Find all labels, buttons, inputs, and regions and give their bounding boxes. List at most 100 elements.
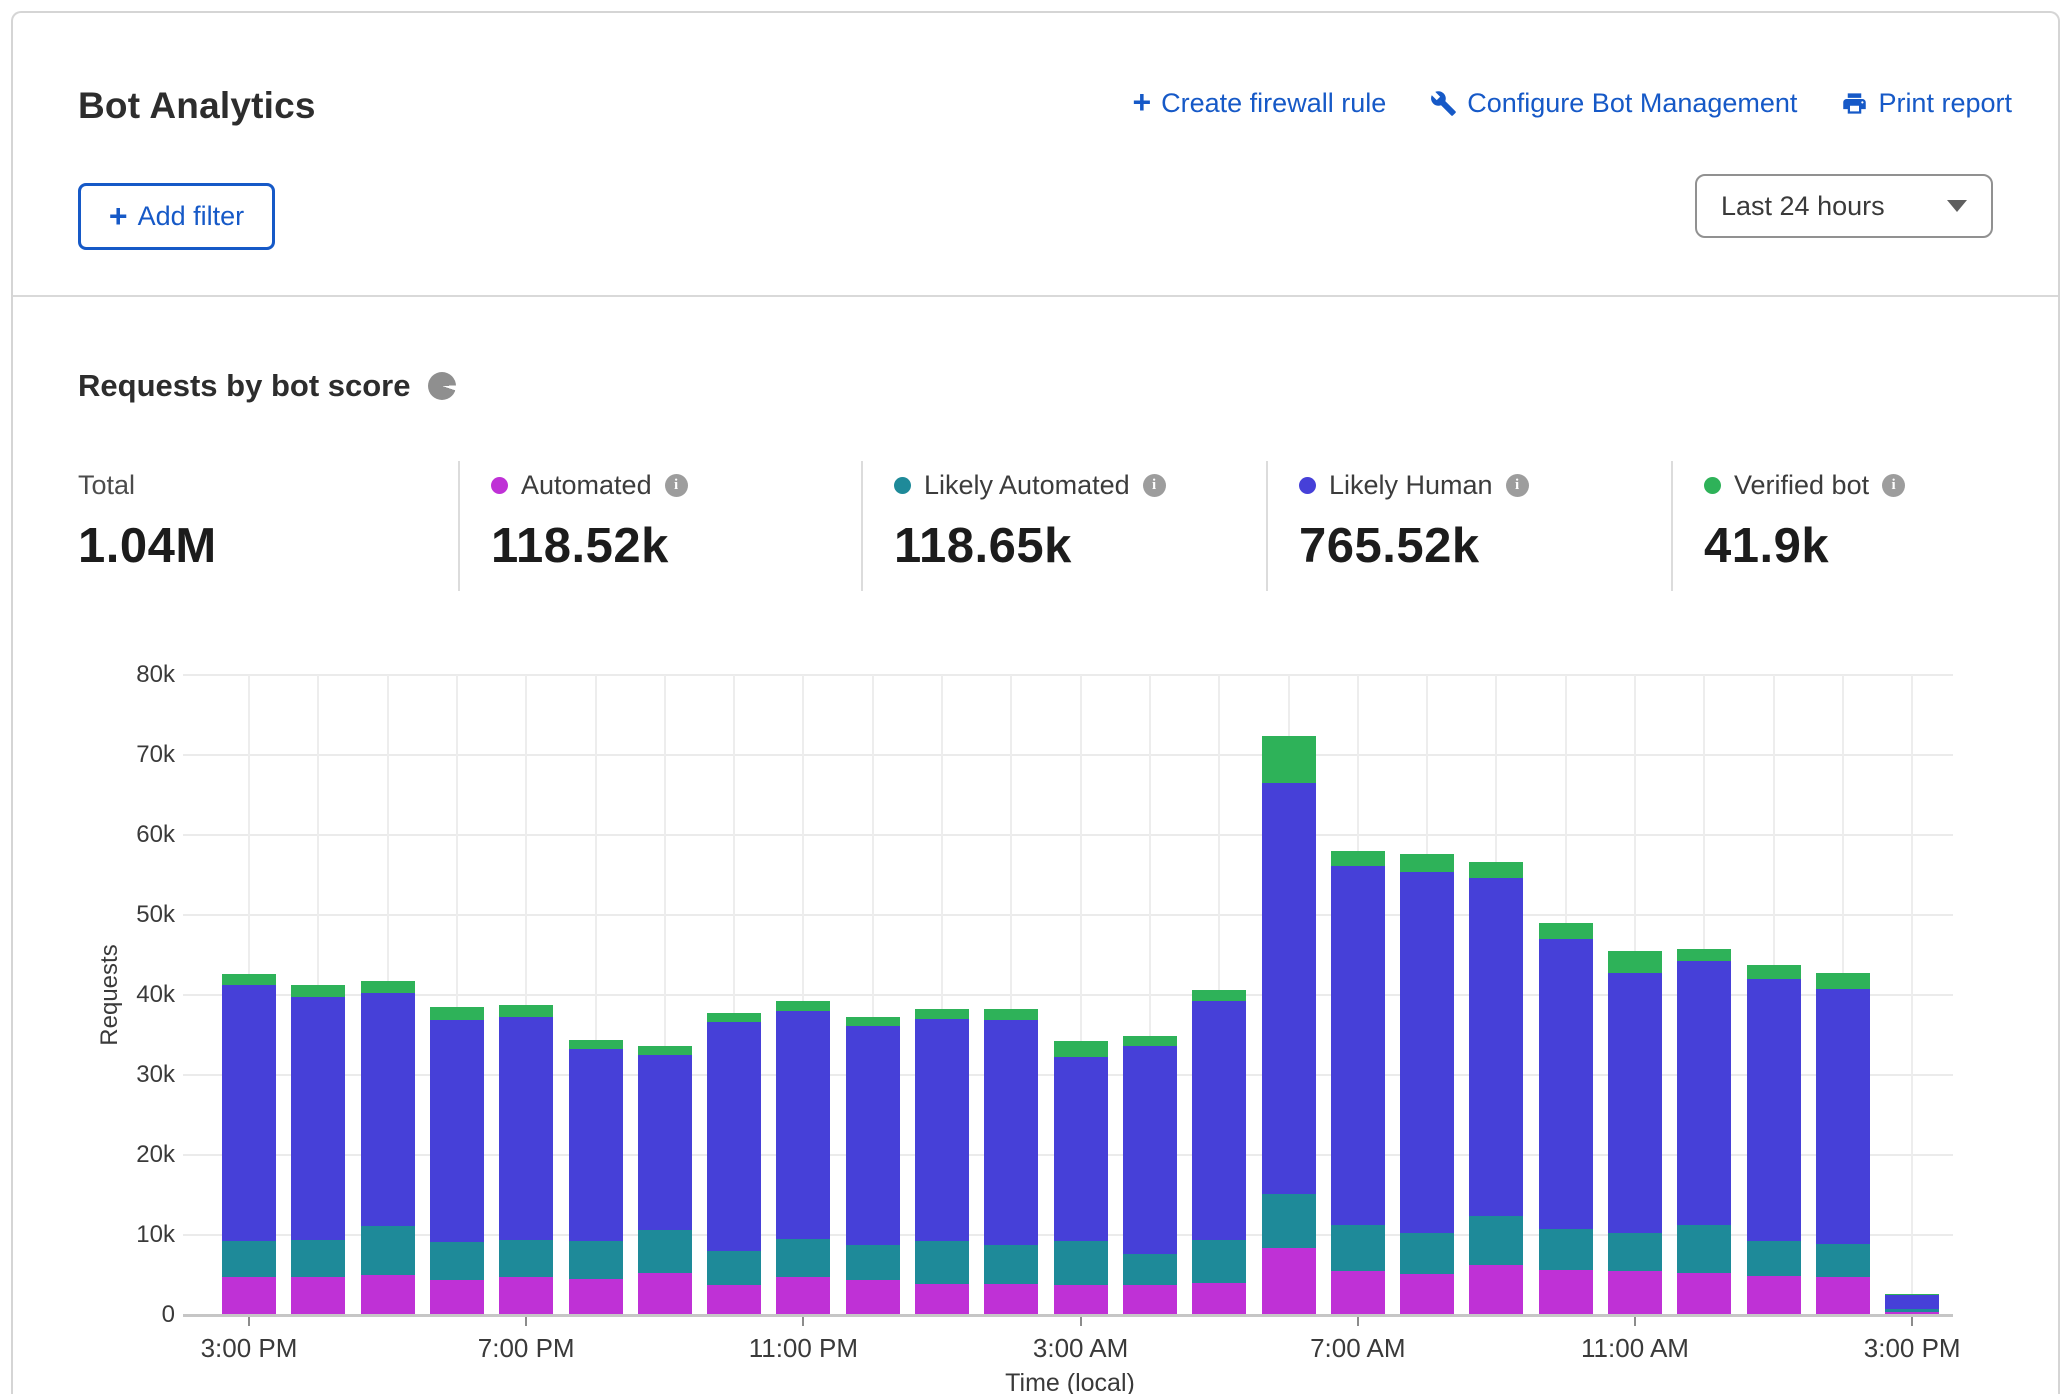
bar-segment-verified-bot[interactable] [1816,973,1870,989]
bar-segment-likely-human[interactable] [707,1022,761,1251]
create-firewall-rule-link[interactable]: + Create firewall rule [1132,87,1386,119]
add-filter-button[interactable]: + Add filter [78,183,275,250]
bar-segment-likely-human[interactable] [499,1017,553,1239]
bar-segment-likely-automated[interactable] [915,1241,969,1283]
bar-segment-likely-human[interactable] [1677,961,1731,1224]
bar-segment-automated[interactable] [499,1277,553,1315]
bar-segment-automated[interactable] [776,1277,830,1315]
print-report-link[interactable]: Print report [1841,88,2012,119]
bar-segment-likely-automated[interactable] [499,1240,553,1277]
bar-segment-automated[interactable] [1400,1274,1454,1315]
bar-segment-verified-bot[interactable] [707,1013,761,1023]
bar-segment-automated[interactable] [1123,1285,1177,1315]
bar-segment-likely-automated[interactable] [1192,1240,1246,1283]
bar-segment-likely-human[interactable] [1608,973,1662,1233]
bar-segment-likely-human[interactable] [1262,783,1316,1194]
bar-segment-likely-automated[interactable] [707,1251,761,1285]
bar-segment-likely-human[interactable] [1054,1057,1108,1242]
bar-segment-automated[interactable] [638,1273,692,1315]
bar-segment-likely-automated[interactable] [1747,1241,1801,1275]
bar-segment-likely-human[interactable] [222,985,276,1242]
bar-segment-verified-bot[interactable] [1885,1294,1939,1295]
bar-segment-automated[interactable] [1608,1271,1662,1315]
bar-segment-verified-bot[interactable] [1262,736,1316,783]
bar-segment-verified-bot[interactable] [846,1017,900,1027]
bar-segment-verified-bot[interactable] [984,1009,1038,1019]
bar-segment-likely-automated[interactable] [361,1226,415,1275]
bar-segment-likely-automated[interactable] [1885,1309,1939,1313]
bar-segment-likely-human[interactable] [1331,866,1385,1224]
bar-segment-automated[interactable] [1816,1277,1870,1315]
bar-segment-likely-human[interactable] [569,1049,623,1240]
bar-segment-automated[interactable] [1192,1283,1246,1315]
configure-bot-management-link[interactable]: Configure Bot Management [1430,88,1797,119]
bar-segment-automated[interactable] [1262,1248,1316,1315]
bar-segment-likely-human[interactable] [291,997,345,1240]
bar-segment-verified-bot[interactable] [361,981,415,993]
bar-segment-likely-automated[interactable] [222,1241,276,1277]
bar-segment-likely-automated[interactable] [1054,1241,1108,1284]
bar-segment-likely-human[interactable] [1192,1001,1246,1240]
bar-segment-likely-automated[interactable] [430,1242,484,1280]
bar-segment-verified-bot[interactable] [1192,990,1246,1000]
info-icon[interactable]: i [1506,474,1529,497]
bar-segment-verified-bot[interactable] [291,985,345,996]
bar-segment-likely-automated[interactable] [984,1245,1038,1283]
info-icon[interactable]: i [1882,474,1905,497]
bar-segment-likely-automated[interactable] [1608,1233,1662,1271]
bar-segment-automated[interactable] [1054,1285,1108,1315]
bar-segment-likely-automated[interactable] [1262,1194,1316,1248]
bar-segment-likely-human[interactable] [1400,872,1454,1233]
bar-segment-automated[interactable] [569,1279,623,1315]
bar-segment-likely-automated[interactable] [1123,1254,1177,1285]
bar-segment-verified-bot[interactable] [1400,854,1454,872]
bar-segment-likely-automated[interactable] [846,1245,900,1280]
bar-segment-automated[interactable] [291,1277,345,1315]
bar-segment-likely-human[interactable] [1747,979,1801,1241]
bar-segment-verified-bot[interactable] [1539,923,1593,939]
bar-segment-automated[interactable] [430,1280,484,1315]
time-range-dropdown[interactable]: Last 24 hours [1695,174,1993,238]
bar-segment-likely-human[interactable] [638,1055,692,1230]
bar-segment-automated[interactable] [984,1284,1038,1315]
bar-segment-likely-automated[interactable] [1400,1233,1454,1275]
bar-segment-verified-bot[interactable] [222,974,276,984]
bar-segment-automated[interactable] [846,1280,900,1315]
bar-segment-verified-bot[interactable] [569,1040,623,1050]
bar-segment-automated[interactable] [1885,1312,1939,1315]
info-icon[interactable]: i [1143,474,1166,497]
bar-segment-automated[interactable] [222,1277,276,1315]
bar-segment-likely-automated[interactable] [291,1240,345,1277]
bar-segment-verified-bot[interactable] [915,1009,969,1019]
bar-segment-likely-automated[interactable] [638,1230,692,1272]
bar-segment-automated[interactable] [1747,1276,1801,1315]
bar-segment-automated[interactable] [1539,1270,1593,1315]
bar-segment-verified-bot[interactable] [1747,965,1801,979]
bar-segment-likely-human[interactable] [361,993,415,1226]
bar-segment-likely-automated[interactable] [776,1239,830,1277]
bar-segment-likely-automated[interactable] [1539,1229,1593,1270]
bar-segment-likely-human[interactable] [1539,939,1593,1229]
bar-segment-likely-human[interactable] [430,1020,484,1242]
bar-segment-likely-automated[interactable] [1816,1244,1870,1277]
bar-segment-automated[interactable] [361,1275,415,1315]
info-icon[interactable]: i [665,474,688,497]
bar-segment-likely-human[interactable] [776,1011,830,1239]
bar-segment-verified-bot[interactable] [1123,1036,1177,1046]
bar-segment-likely-automated[interactable] [1469,1216,1523,1265]
bar-segment-verified-bot[interactable] [1677,949,1731,962]
bar-segment-verified-bot[interactable] [1331,851,1385,866]
bar-segment-likely-human[interactable] [915,1019,969,1241]
bar-segment-automated[interactable] [915,1284,969,1315]
bar-segment-automated[interactable] [1331,1271,1385,1315]
bar-segment-verified-bot[interactable] [1469,862,1523,878]
bar-segment-automated[interactable] [1469,1265,1523,1315]
bar-segment-automated[interactable] [707,1285,761,1315]
bar-segment-likely-automated[interactable] [1331,1225,1385,1271]
bar-segment-likely-automated[interactable] [569,1241,623,1279]
bar-segment-likely-automated[interactable] [1677,1225,1731,1273]
bar-segment-likely-human[interactable] [984,1020,1038,1246]
bar-segment-likely-human[interactable] [846,1026,900,1244]
bar-segment-likely-human[interactable] [1123,1046,1177,1254]
bar-segment-verified-bot[interactable] [499,1005,553,1018]
